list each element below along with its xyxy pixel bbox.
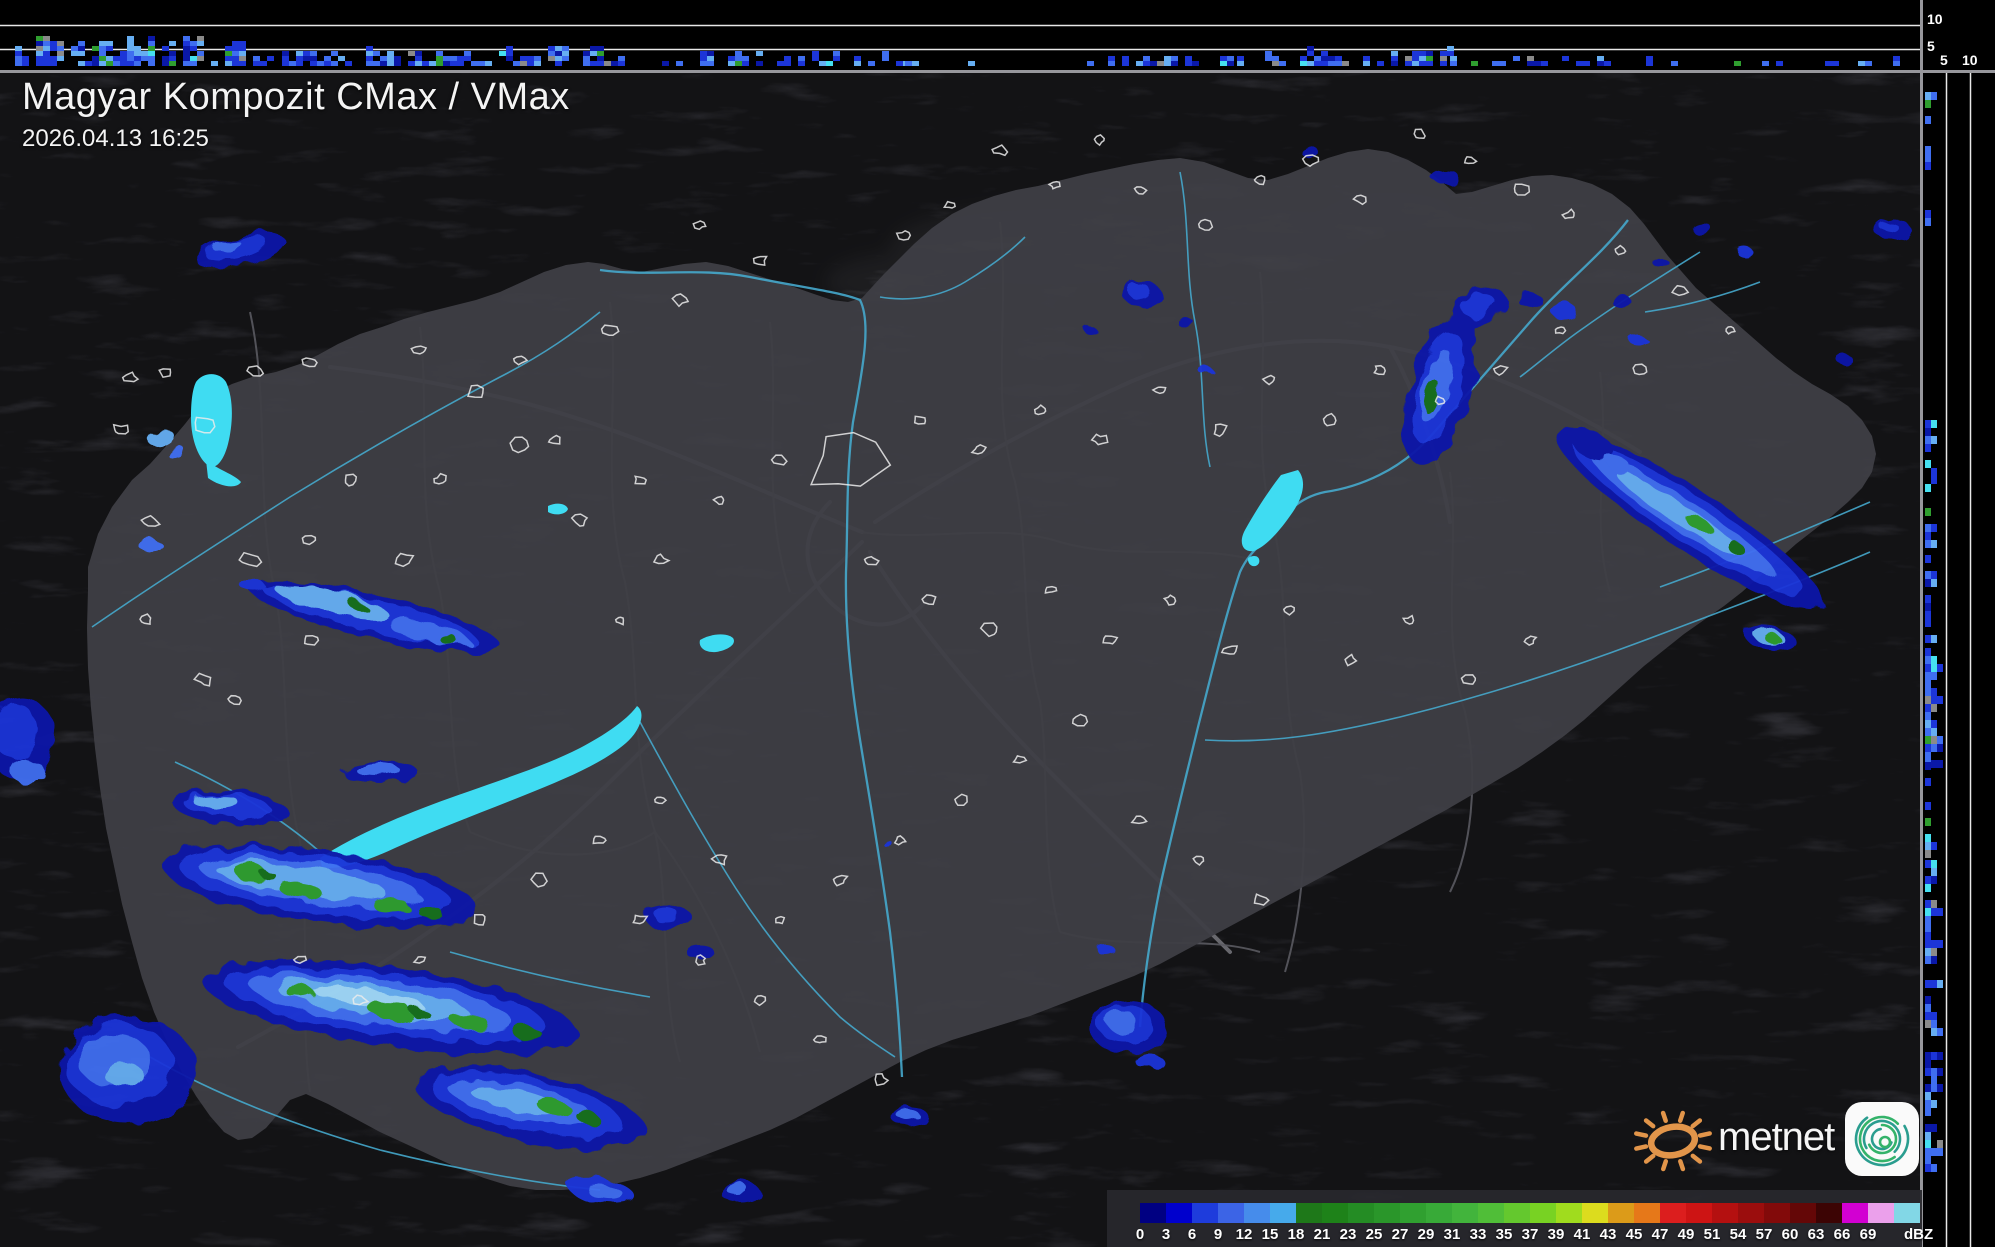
- legend-cell: [1192, 1203, 1218, 1223]
- legend-cell: [1140, 1203, 1166, 1223]
- legend-cell: [1556, 1203, 1582, 1223]
- legend-tick: 57: [1755, 1226, 1773, 1243]
- legend-cell: [1868, 1203, 1894, 1223]
- legend-cell: [1842, 1203, 1868, 1223]
- legend-cell: [1816, 1203, 1842, 1223]
- swirl-icon: [1845, 1102, 1920, 1176]
- legend-tick: 54: [1729, 1226, 1747, 1243]
- legend-cell: [1738, 1203, 1764, 1223]
- legend-tick: 69: [1859, 1226, 1877, 1243]
- legend-cell: [1374, 1203, 1400, 1223]
- legend-cell: [1790, 1203, 1816, 1223]
- legend-tick: 23: [1339, 1226, 1357, 1243]
- legend-tick: 6: [1187, 1226, 1197, 1243]
- legend-tick: 21: [1313, 1226, 1331, 1243]
- legend-cell: [1478, 1203, 1504, 1223]
- map-top-border: [0, 70, 1995, 73]
- legend-cell: [1530, 1203, 1556, 1223]
- legend-tick: 47: [1651, 1226, 1669, 1243]
- legend-tick: 45: [1625, 1226, 1643, 1243]
- legend-tick: 25: [1365, 1226, 1383, 1243]
- legend-unit: dBZ: [1904, 1226, 1934, 1243]
- legend-tick: 39: [1547, 1226, 1565, 1243]
- legend-tick: 35: [1495, 1226, 1513, 1243]
- legend-cell: [1218, 1203, 1244, 1223]
- legend-tick: 3: [1161, 1226, 1171, 1243]
- legend-tick: 33: [1469, 1226, 1487, 1243]
- radar-display: 10 5 5 10 Magyar Kompozit CMax / VMax 20…: [0, 0, 1995, 1247]
- legend-cell: [1348, 1203, 1374, 1223]
- legend-tick: 29: [1417, 1226, 1435, 1243]
- legend-tick: 18: [1287, 1226, 1305, 1243]
- legend-tick: 49: [1677, 1226, 1695, 1243]
- legend-tick: 43: [1599, 1226, 1617, 1243]
- legend-cell: [1400, 1203, 1426, 1223]
- legend-tick: 27: [1391, 1226, 1409, 1243]
- legend-tick: 15: [1261, 1226, 1279, 1243]
- legend-tick: 31: [1443, 1226, 1461, 1243]
- map-right-border: [1920, 0, 1923, 1247]
- legend-cell: [1894, 1203, 1920, 1223]
- axis-label-10km: 10: [1927, 11, 1943, 27]
- radar-map: [0, 72, 1922, 1247]
- legend-cell: [1166, 1203, 1192, 1223]
- vmax-top-profile: [0, 0, 1922, 72]
- timestamp: 2026.04.13 16:25: [22, 125, 209, 152]
- dbz-tick-labels: 0 3 6 9 12 15 18 21 23 25 27 29 31 33 35 37 39 41 43 45 47 49…: [1136, 1226, 1950, 1244]
- legend-tick: 41: [1573, 1226, 1591, 1243]
- legend-cell: [1270, 1203, 1296, 1223]
- axis-label-10km-h: 10: [1962, 52, 1978, 68]
- legend-cell: [1322, 1203, 1348, 1223]
- title-block: Magyar Kompozit CMax / VMax 2026.04.13 1…: [22, 76, 570, 153]
- legend-cell: [1660, 1203, 1686, 1223]
- dbz-legend: 0 3 6 9 12 15 18 21 23 25 27 29 31 33 35 37 39 41 43 45 47 49…: [1107, 1190, 1933, 1247]
- legend-cell: [1634, 1203, 1660, 1223]
- axis-label-5km-h: 5: [1940, 52, 1948, 68]
- legend-cell: [1244, 1203, 1270, 1223]
- legend-cell: [1504, 1203, 1530, 1223]
- axis-label-5km: 5: [1927, 38, 1935, 54]
- legend-cell: [1712, 1203, 1738, 1223]
- legend-cell: [1764, 1203, 1790, 1223]
- legend-tick: 60: [1781, 1226, 1799, 1243]
- vmax-right-profile: [1922, 72, 1995, 1247]
- legend-cell: [1686, 1203, 1712, 1223]
- legend-tick: 0: [1135, 1226, 1145, 1243]
- legend-cell: [1608, 1203, 1634, 1223]
- profile-axis-corner: 10 5 5 10: [1923, 0, 1995, 70]
- legend-tick: 12: [1235, 1226, 1253, 1243]
- legend-tick: 9: [1213, 1226, 1223, 1243]
- legend-cell: [1452, 1203, 1478, 1223]
- legend-cell: [1582, 1203, 1608, 1223]
- legend-tick: 37: [1521, 1226, 1539, 1243]
- legend-cell: [1426, 1203, 1452, 1223]
- dbz-colorbar: [1140, 1203, 1920, 1223]
- page-title: Magyar Kompozit CMax / VMax: [22, 76, 570, 118]
- sun-icon: [1634, 1110, 1712, 1172]
- legend-cell: [1296, 1203, 1322, 1223]
- metnet-logo: metnet: [1630, 1096, 1922, 1182]
- legend-tick: 51: [1703, 1226, 1721, 1243]
- legend-tick: 66: [1833, 1226, 1851, 1243]
- legend-tick: 63: [1807, 1226, 1825, 1243]
- logo-text: metnet: [1718, 1114, 1835, 1159]
